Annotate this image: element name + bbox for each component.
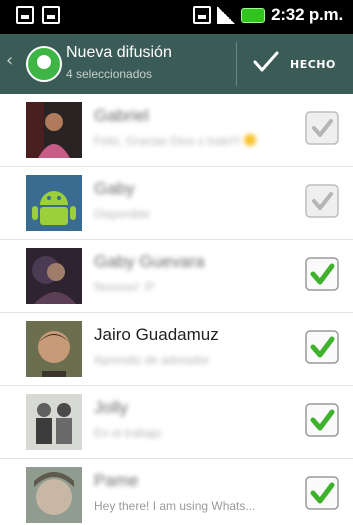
checkbox-disabled[interactable]	[304, 183, 340, 219]
avatar	[26, 102, 82, 158]
status-notifications	[16, 6, 60, 24]
contact-status: Disponible	[94, 207, 151, 221]
contact-name: Jairo Guadamuz	[94, 325, 219, 344]
contact-row[interactable]: Gaby Disponible	[0, 167, 353, 240]
status-bar: 2:32 p.m.	[0, 0, 353, 34]
checkbox-checked[interactable]	[304, 402, 340, 438]
avatar	[26, 175, 82, 231]
sunglasses-emoji-icon	[243, 134, 256, 146]
signal-icon	[217, 6, 236, 24]
contact-row[interactable]: Pame Hey there! I am using Whats...	[0, 459, 353, 525]
broadcast-screen: 2:32 p.m. ‹ Nueva difusión 4 seleccionad…	[0, 0, 353, 525]
battery-icon	[241, 7, 266, 23]
contact-name: Gabriel	[94, 106, 149, 125]
sync-icon	[193, 6, 212, 24]
contact-name: Gaby Guevara	[94, 252, 205, 271]
checkbox-checked[interactable]	[304, 475, 340, 511]
usb-icon	[16, 6, 34, 24]
done-check-icon[interactable]	[252, 50, 280, 74]
checkbox-checked[interactable]	[304, 256, 340, 292]
done-button[interactable]: HECHO	[290, 58, 336, 71]
contact-status: Hey there! I am using Whats...	[94, 499, 256, 513]
contact-status: Feliz, Gracias Dios x todo!!!	[94, 134, 256, 148]
avatar	[26, 467, 82, 523]
contact-name: Gaby	[94, 179, 135, 198]
download-icon	[42, 6, 60, 24]
selection-count: 4 seleccionados	[66, 67, 153, 81]
contact-row[interactable]: Jairo Guadamuz Aprendiz de adorador	[0, 313, 353, 386]
contact-name: Jolly	[94, 398, 129, 417]
action-divider	[236, 42, 237, 86]
status-indicators: 2:32 p.m.	[193, 5, 343, 25]
contact-name: Pame	[94, 471, 139, 490]
whatsapp-logo-icon[interactable]	[26, 46, 62, 82]
page-title: Nueva difusión	[66, 44, 172, 61]
checkbox-checked[interactable]	[304, 329, 340, 365]
contact-row[interactable]: Jolly En el trabajo	[0, 386, 353, 459]
contact-status: Aprendiz de adorador	[94, 353, 210, 367]
contact-status: Nooooo! :P	[94, 280, 155, 294]
avatar	[26, 248, 82, 304]
contact-list: Gabriel Feliz, Gracias Dios x todo!!! Ga…	[0, 94, 353, 525]
back-chevron-icon[interactable]: ‹	[6, 52, 13, 70]
avatar	[26, 394, 82, 450]
action-bar: ‹ Nueva difusión 4 seleccionados HECHO	[0, 34, 353, 94]
contact-row[interactable]: Gabriel Feliz, Gracias Dios x todo!!!	[0, 94, 353, 167]
status-time: 2:32 p.m.	[271, 5, 343, 24]
checkbox-disabled[interactable]	[304, 110, 340, 146]
contact-status: En el trabajo	[94, 426, 162, 440]
avatar	[26, 321, 82, 377]
contact-row[interactable]: Gaby Guevara Nooooo! :P	[0, 240, 353, 313]
